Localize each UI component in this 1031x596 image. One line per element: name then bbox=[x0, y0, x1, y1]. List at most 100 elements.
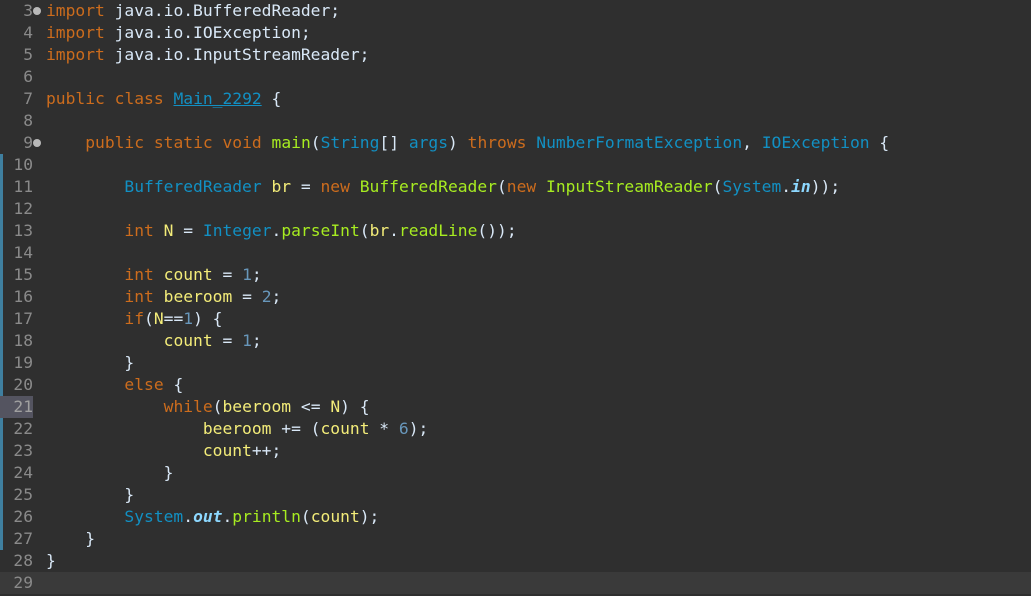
code-line[interactable]: 20 else { bbox=[0, 374, 1031, 396]
code-token: ( bbox=[212, 397, 223, 416]
code-text: BufferedReader br = new BufferedReader(n… bbox=[46, 176, 840, 198]
fold-toggle-icon[interactable] bbox=[33, 139, 41, 147]
code-token: N bbox=[153, 309, 164, 328]
code-line[interactable]: 6 bbox=[0, 66, 1031, 88]
code-line[interactable]: 12 bbox=[0, 198, 1031, 220]
code-token: ( bbox=[712, 177, 723, 196]
code-token: void bbox=[222, 133, 262, 152]
code-token: } bbox=[46, 463, 174, 482]
code-line[interactable]: 13 int N = Integer.parseInt(br.readLine(… bbox=[0, 220, 1031, 242]
code-token: ; bbox=[251, 265, 262, 284]
code-text: int beeroom = 2; bbox=[46, 286, 281, 308]
code-line[interactable]: 27 } bbox=[0, 528, 1031, 550]
code-line[interactable]: 5 import java.io.InputStreamReader; bbox=[0, 44, 1031, 66]
code-editor[interactable]: 3 import java.io.BufferedReader; 4 import j… bbox=[0, 0, 1031, 596]
code-line[interactable]: 24 } bbox=[0, 462, 1031, 484]
line-number: 17 bbox=[13, 309, 33, 328]
code-line[interactable]: 21 while(beeroom <= N) { bbox=[0, 396, 1031, 418]
line-number: 24 bbox=[13, 463, 33, 482]
line-number: 27 bbox=[13, 529, 33, 548]
code-token: = bbox=[232, 287, 262, 306]
code-line[interactable]: 8 bbox=[0, 110, 1031, 132]
line-number: 13 bbox=[13, 221, 33, 240]
code-token: } bbox=[46, 551, 56, 570]
code-line[interactable]: 3 import java.io.BufferedReader; bbox=[0, 0, 1031, 22]
code-token: . bbox=[222, 507, 233, 526]
code-line[interactable]: 28} bbox=[0, 550, 1031, 572]
code-line[interactable]: 15 int count = 1; bbox=[0, 264, 1031, 286]
code-line[interactable]: 9 public static void main(String[] args)… bbox=[0, 132, 1031, 154]
code-line[interactable]: 23 count++; bbox=[0, 440, 1031, 462]
code-line[interactable]: 17 if(N==1) { bbox=[0, 308, 1031, 330]
code-token: public bbox=[46, 89, 105, 108]
code-line[interactable]: 7 public class Main_2292 { bbox=[0, 88, 1031, 110]
line-number: 4 bbox=[23, 23, 33, 42]
code-token: public bbox=[85, 133, 145, 152]
code-token: )); bbox=[810, 177, 841, 196]
code-line[interactable]: 16 int beeroom = 2; bbox=[0, 286, 1031, 308]
code-text: if(N==1) { bbox=[46, 308, 222, 330]
code-line[interactable]: 10 bbox=[0, 154, 1031, 176]
code-line[interactable]: 18 count = 1; bbox=[0, 330, 1031, 352]
code-token: 6 bbox=[398, 419, 409, 438]
code-text: System.out.println(count); bbox=[46, 506, 379, 528]
line-number: 14 bbox=[13, 243, 33, 262]
code-token: args bbox=[408, 133, 449, 152]
code-token: , bbox=[742, 133, 762, 152]
code-line[interactable]: 29 bbox=[0, 572, 1031, 594]
code-token: ; bbox=[251, 331, 262, 350]
fold-toggle-icon[interactable] bbox=[33, 7, 41, 15]
code-token: println bbox=[232, 507, 301, 526]
code-token: N bbox=[163, 221, 174, 240]
code-line[interactable]: 22 beeroom += (count * 6); bbox=[0, 418, 1031, 440]
code-token: } bbox=[46, 485, 135, 504]
code-token: ); bbox=[408, 419, 429, 438]
code-line[interactable]: 25 } bbox=[0, 484, 1031, 506]
code-token: if bbox=[124, 309, 145, 328]
code-token: parseInt bbox=[281, 221, 360, 240]
code-token: int bbox=[124, 221, 154, 240]
code-text: } bbox=[46, 550, 56, 572]
code-token: . bbox=[781, 177, 792, 196]
code-line[interactable]: 14 bbox=[0, 242, 1031, 264]
line-number: 11 bbox=[13, 177, 33, 196]
line-number: 25 bbox=[13, 485, 33, 504]
code-token: main bbox=[271, 133, 311, 152]
code-token: = bbox=[291, 177, 321, 196]
code-token: beeroom bbox=[222, 397, 292, 416]
code-line[interactable]: 11 BufferedReader br = new BufferedReade… bbox=[0, 176, 1031, 198]
code-token: ( bbox=[310, 133, 321, 152]
code-token: java.io.IOException; bbox=[104, 23, 311, 42]
line-number: 9 bbox=[23, 133, 33, 152]
code-token: ; bbox=[271, 287, 282, 306]
code-line[interactable]: 19 } bbox=[0, 352, 1031, 374]
code-text: public class Main_2292 { bbox=[46, 88, 281, 110]
code-token: [] bbox=[379, 133, 409, 152]
line-number: 28 bbox=[13, 551, 33, 570]
code-line[interactable]: 26 System.out.println(count); bbox=[0, 506, 1031, 528]
line-number: 26 bbox=[13, 507, 33, 526]
code-token: beeroom bbox=[163, 287, 233, 306]
code-text: while(beeroom <= N) { bbox=[46, 396, 370, 418]
code-token: ); bbox=[359, 507, 380, 526]
code-line[interactable]: 4 import java.io.IOException; bbox=[0, 22, 1031, 44]
code-token: readLine bbox=[398, 221, 478, 240]
code-token: new bbox=[506, 177, 537, 196]
line-number: 7 bbox=[23, 89, 33, 108]
line-number: 8 bbox=[23, 111, 33, 130]
